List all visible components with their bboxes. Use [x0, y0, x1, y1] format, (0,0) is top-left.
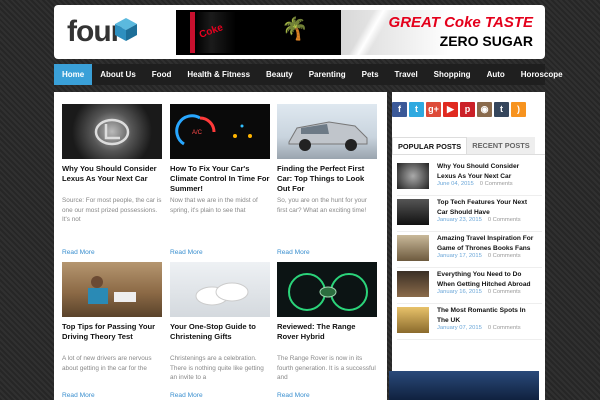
- list-item[interactable]: Why You Should Consider Lexus As Your Ne…: [397, 160, 542, 196]
- main-nav: Home About Us Food Health & Fitness Beau…: [54, 64, 563, 85]
- ad-banner[interactable]: Coke 🌴 GREAT Coke TASTE ZERO SUGAR: [176, 10, 543, 55]
- tumblr-icon[interactable]: t: [494, 102, 509, 117]
- car-image: [288, 121, 368, 151]
- post-meta: June 04, 2015 0 Comments: [437, 181, 513, 187]
- post-excerpt: A lot of new drivers are nervous about g…: [62, 355, 152, 372]
- site-logo[interactable]: four: [67, 14, 139, 50]
- nav-item-horoscope[interactable]: Horoscope: [513, 64, 571, 85]
- post-card: Your One-Stop Guide to Christening Gifts…: [170, 262, 270, 399]
- rss-icon[interactable]: ): [511, 102, 526, 117]
- nav-item-shopping[interactable]: Shopping: [426, 64, 479, 85]
- post-thumbnail[interactable]: [397, 307, 429, 333]
- banner-headline: GREAT Coke TASTE: [388, 14, 533, 31]
- post-thumbnail[interactable]: [170, 262, 270, 317]
- post-card: Finding the Perfect First Car: Top Thing…: [277, 104, 377, 256]
- post-title[interactable]: Everything You Need to Do When Getting H…: [437, 270, 539, 289]
- list-item[interactable]: Everything You Need to Do When Getting H…: [397, 268, 542, 304]
- post-card: Why You Should Consider Lexus As Your Ne…: [62, 104, 162, 256]
- twitter-icon[interactable]: t: [409, 102, 424, 117]
- nav-item-about-us[interactable]: About Us: [92, 64, 144, 85]
- baby-shoes-image: [195, 282, 249, 306]
- post-title[interactable]: Why You Should Consider Lexus As Your Ne…: [62, 164, 162, 194]
- cube-icon: [115, 18, 137, 41]
- post-meta: January 17, 2015 0 Comments: [437, 253, 521, 259]
- youtube-icon[interactable]: ▶: [443, 102, 458, 117]
- post-thumbnail[interactable]: [277, 262, 377, 317]
- post-excerpt: Christenings are a celebration. There is…: [170, 355, 264, 381]
- list-item[interactable]: Top Tech Features Your Next Car Should H…: [397, 196, 542, 232]
- post-card: Top Tips for Passing Your Driving Theory…: [62, 262, 162, 399]
- post-excerpt: Now that we are in the midst of spring, …: [170, 197, 258, 214]
- post-thumbnail[interactable]: A/C: [170, 104, 270, 159]
- post-excerpt: So, you are on the hunt for your first c…: [277, 197, 367, 214]
- post-card: A/C How To Fix Your Car's Climate Contro…: [170, 104, 270, 256]
- nav-item-home[interactable]: Home: [54, 64, 93, 85]
- post-title[interactable]: Why You Should Consider Lexus As Your Ne…: [437, 162, 539, 181]
- read-more-link[interactable]: Read More: [62, 249, 95, 256]
- instagram-icon[interactable]: ◉: [477, 102, 492, 117]
- post-meta: January 07, 2015 0 Comments: [437, 325, 521, 331]
- nav-item-beauty[interactable]: Beauty: [258, 64, 301, 85]
- post-thumbnail[interactable]: [397, 199, 429, 225]
- post-excerpt: The Range Rover is now in its fourth gen…: [277, 355, 376, 381]
- nav-item-health-fitness[interactable]: Health & Fitness: [179, 64, 258, 85]
- google-plus-icon[interactable]: g+: [426, 102, 441, 117]
- post-title[interactable]: Amazing Travel Inspiration For Game of T…: [437, 234, 539, 253]
- palm-tree-icon: 🌴: [281, 16, 309, 41]
- sidebar-promo-image[interactable]: [389, 371, 539, 400]
- person-studying-image: [88, 276, 136, 304]
- climate-dial-icon: A/C: [175, 114, 252, 146]
- read-more-link[interactable]: Read More: [170, 249, 203, 256]
- pinterest-icon[interactable]: p: [460, 102, 475, 117]
- post-thumbnail[interactable]: [397, 163, 429, 189]
- banner-subline: ZERO SUGAR: [439, 33, 533, 49]
- list-item[interactable]: Amazing Travel Inspiration For Game of T…: [397, 232, 542, 268]
- post-title[interactable]: Finding the Perfect First Car: Top Thing…: [277, 164, 377, 194]
- popular-posts-list: Why You Should Consider Lexus As Your Ne…: [397, 160, 542, 340]
- post-title[interactable]: Top Tips for Passing Your Driving Theory…: [62, 322, 162, 352]
- sidebar: f t g+ ▶ p ◉ t ) POPULAR POSTS RECENT PO…: [392, 92, 545, 400]
- lexus-logo-icon: [94, 118, 130, 146]
- main-content: Why You Should Consider Lexus As Your Ne…: [54, 92, 387, 400]
- read-more-link[interactable]: Read More: [277, 249, 310, 256]
- post-title[interactable]: Top Tech Features Your Next Car Should H…: [437, 198, 539, 217]
- tab-recent-posts[interactable]: RECENT POSTS: [467, 137, 535, 154]
- dashboard-gauges-image: [288, 273, 368, 311]
- post-card: Reviewed: The Range Rover Hybrid The Ran…: [277, 262, 377, 399]
- facebook-icon[interactable]: f: [392, 102, 407, 117]
- list-item[interactable]: The Most Romantic Spots In The UK Januar…: [397, 304, 542, 340]
- post-thumbnail[interactable]: [277, 104, 377, 159]
- post-title[interactable]: The Most Romantic Spots In The UK: [437, 306, 539, 325]
- post-thumbnail[interactable]: [62, 104, 162, 159]
- read-more-link[interactable]: Read More: [170, 392, 203, 399]
- site-header: four Coke 🌴 GREAT Coke TASTE ZERO SUGAR: [54, 5, 545, 59]
- read-more-link[interactable]: Read More: [277, 392, 310, 399]
- posts-tabs: POPULAR POSTS RECENT POSTS: [392, 137, 545, 155]
- nav-item-parenting[interactable]: Parenting: [301, 64, 354, 85]
- post-thumbnail[interactable]: [62, 262, 162, 317]
- nav-item-pets[interactable]: Pets: [354, 64, 387, 85]
- tab-popular-posts[interactable]: POPULAR POSTS: [392, 137, 468, 154]
- post-title[interactable]: Reviewed: The Range Rover Hybrid: [277, 322, 377, 352]
- post-thumbnail[interactable]: [397, 235, 429, 261]
- nav-item-travel[interactable]: Travel: [387, 64, 426, 85]
- read-more-link[interactable]: Read More: [62, 392, 95, 399]
- svg-text:A/C: A/C: [192, 130, 203, 136]
- post-title[interactable]: How To Fix Your Car's Climate Control In…: [170, 164, 270, 194]
- coke-can-image: Coke: [190, 12, 236, 53]
- post-meta: January 16, 2015 0 Comments: [437, 289, 521, 295]
- post-title[interactable]: Your One-Stop Guide to Christening Gifts: [170, 322, 270, 352]
- post-excerpt: Source: For most people, the car is one …: [62, 197, 162, 223]
- post-meta: January 23, 2015 0 Comments: [437, 217, 521, 223]
- nav-item-auto[interactable]: Auto: [479, 64, 513, 85]
- nav-item-food[interactable]: Food: [144, 64, 180, 85]
- social-icons: f t g+ ▶ p ◉ t ): [392, 102, 526, 117]
- post-thumbnail[interactable]: [397, 271, 429, 297]
